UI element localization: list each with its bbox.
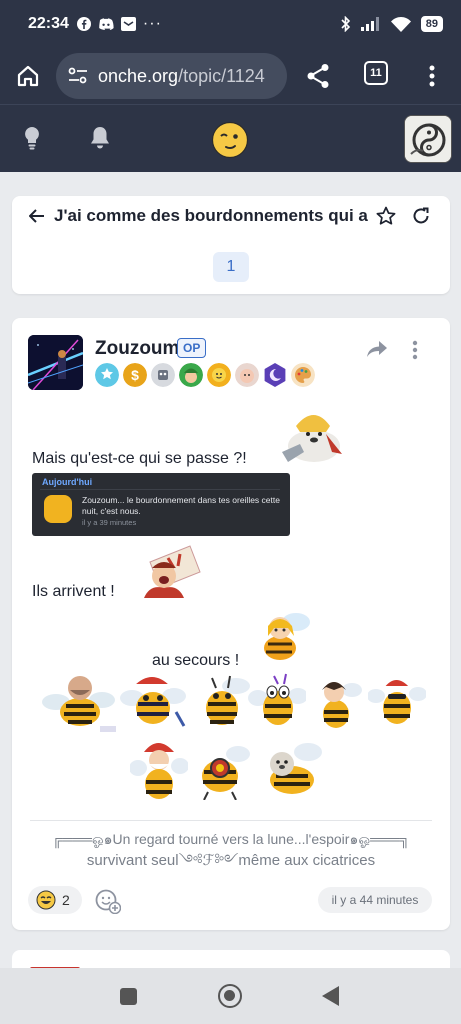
bee-sticker <box>206 675 250 725</box>
seal-bee-sticker <box>270 743 322 794</box>
dollar-badge-icon: $ <box>123 363 147 387</box>
status-time: 22:34 <box>28 15 69 32</box>
notification-separator <box>40 489 280 490</box>
mailbox-icon <box>120 17 136 31</box>
home-icon <box>17 65 39 87</box>
lightbulb-icon[interactable] <box>22 126 42 155</box>
author-signature: ╔═══ஓ๑Un regard tourné vers la lune...l'… <box>30 829 432 871</box>
wifi-icon <box>390 16 411 32</box>
shouting-character-sticker <box>144 545 201 598</box>
url-domain: onche.org <box>98 65 179 86</box>
browser-menu-button[interactable] <box>420 60 444 92</box>
post-text-line: Mais qu'est-ce qui se passe ?! <box>32 450 247 467</box>
christmas-bee-sticker <box>120 677 186 727</box>
seal-alchemist-sticker <box>282 415 342 462</box>
reaction-count: 2 <box>62 892 70 908</box>
star-badge-icon <box>95 363 119 387</box>
battery-indicator: 89 <box>420 16 443 32</box>
post-timestamp[interactable]: il y a 44 minutes <box>318 887 432 913</box>
status-right-icons: 89 <box>341 16 443 32</box>
reaction-button[interactable]: 2 <box>28 886 82 914</box>
browser-toolbar: onche.org/topic/1124 11 <box>0 48 461 104</box>
address-bar[interactable]: onche.org/topic/1124 <box>56 53 287 99</box>
discord-icon <box>99 17 114 30</box>
status-bar: 22:34 ··· 89 <box>0 0 461 48</box>
armored-bee-sticker <box>202 746 250 800</box>
tab-switcher-button[interactable]: 11 <box>364 61 388 85</box>
santa-bee-sticker <box>368 680 426 724</box>
notification-time: il y a 39 minutes <box>82 518 137 527</box>
notification-text: Zouzoum... le bourdonnement dans tes ore… <box>82 495 280 516</box>
home-button[interactable] <box>218 984 242 1008</box>
post-text-line: Ils arrivent ! <box>32 583 115 600</box>
moon-badge-icon <box>264 363 286 387</box>
status-left-icons: ··· <box>76 15 162 33</box>
post-share-icon[interactable] <box>366 340 388 363</box>
signature-separator <box>30 820 432 821</box>
add-reaction-icon[interactable] <box>95 888 122 919</box>
author-name[interactable]: Zouzoum <box>95 338 179 360</box>
op-badge: OP <box>177 338 207 358</box>
site-logo-smiley[interactable] <box>211 121 249 159</box>
santa-face-bee-sticker <box>130 743 188 799</box>
post-body: Zouzoum OP $ Mais qu'est-ce qui se passe… <box>12 318 450 930</box>
browser-home-button[interactable] <box>0 48 56 104</box>
baby-badge-icon <box>235 363 259 387</box>
page-number-button[interactable]: 1 <box>213 252 249 282</box>
back-button[interactable] <box>322 986 339 1006</box>
laughing-smiley-icon <box>36 890 56 910</box>
post-card: Zouzoum OP $ Mais qu'est-ce qui se passe… <box>12 318 450 930</box>
notification-smiley-icon <box>44 495 72 523</box>
share-icon <box>307 64 329 88</box>
browser-share-button[interactable] <box>302 58 334 94</box>
signal-icon <box>360 17 379 31</box>
facebook-icon <box>76 17 91 31</box>
more-dots-icon: ··· <box>142 15 162 32</box>
site-header <box>0 104 461 172</box>
topic-header-card: J'ai comme des bourdonnements qui a 1 <box>12 196 450 294</box>
url-path: /topic/1124 <box>178 65 265 86</box>
bee-girl-sticker <box>264 613 310 660</box>
topic-title: J'ai comme des bourdonnements qui a <box>54 206 368 225</box>
recent-apps-button[interactable] <box>120 988 137 1005</box>
signature-line: ╔═══ஓ๑Un regard tourné vers la lune...l'… <box>52 831 410 847</box>
author-avatar[interactable] <box>28 335 83 390</box>
author-badges: $ <box>95 363 315 387</box>
svg-text:$: $ <box>131 367 139 383</box>
kebab-menu-icon <box>429 65 435 87</box>
robot-badge-icon <box>151 363 175 387</box>
art-palette-badge-icon <box>291 363 315 387</box>
anime-bee-sticker <box>322 682 362 728</box>
favorite-star-icon[interactable] <box>376 206 396 231</box>
post-options-icon[interactable] <box>412 340 418 365</box>
signature-line: survivant seul༺ℱ༻même aux cicatrices <box>86 852 376 869</box>
smiley-badge-icon <box>207 363 231 387</box>
user-avatar[interactable] <box>404 115 452 163</box>
refresh-icon[interactable] <box>412 207 430 230</box>
bee-man-sticker <box>42 676 116 732</box>
embedded-notification-screenshot: Aujourd'hui Zouzoum... le bourdonnement … <box>32 473 290 536</box>
elf-badge-icon <box>179 363 203 387</box>
notifications-bell-icon[interactable] <box>89 126 111 155</box>
site-settings-icon[interactable] <box>68 67 88 85</box>
notification-header: Aujourd'hui <box>42 477 93 487</box>
bluetooth-icon <box>341 16 350 32</box>
worried-bee-sticker <box>248 673 306 725</box>
back-arrow-icon[interactable] <box>28 208 45 229</box>
android-navigation-bar <box>0 968 461 1024</box>
